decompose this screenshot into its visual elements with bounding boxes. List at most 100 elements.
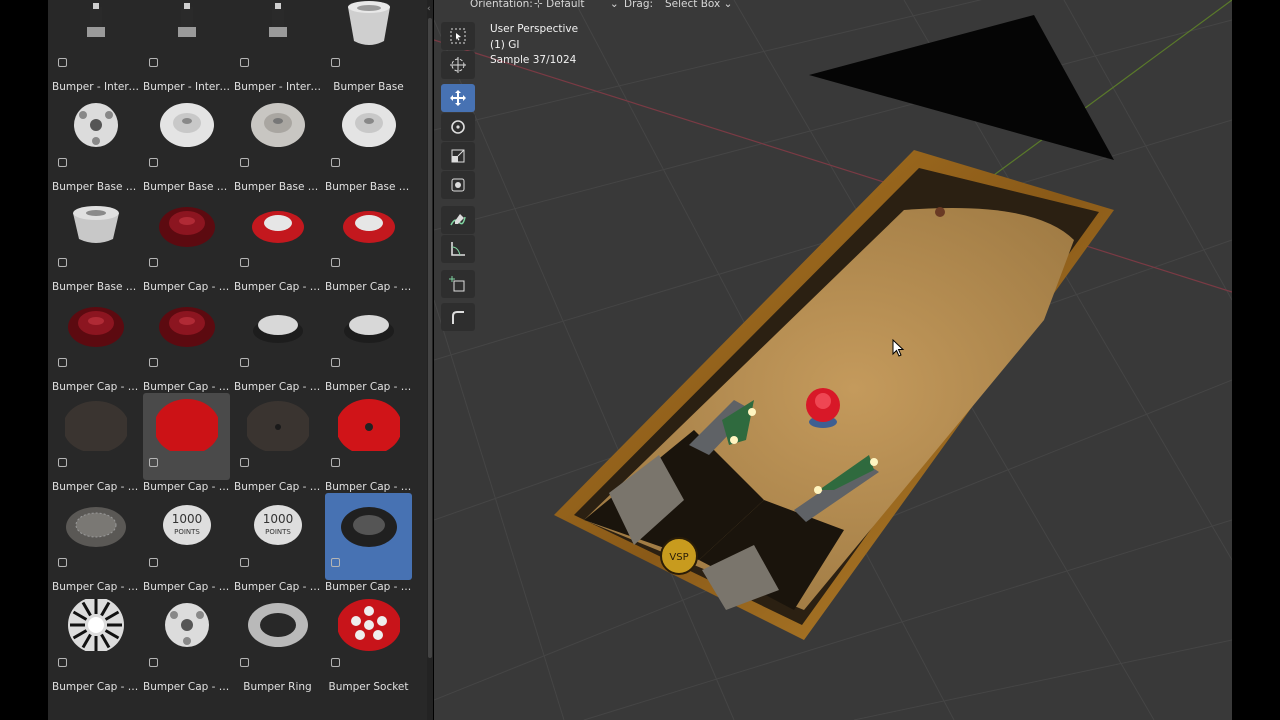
asset-tile[interactable]: Bumper Cap - D...	[325, 193, 412, 293]
asset-checkbox[interactable]	[149, 158, 158, 167]
asset-tile[interactable]: Bumper Cap - Cl...	[143, 193, 230, 293]
asset-label: Bumper Cap - D...	[325, 381, 412, 393]
asset-tile[interactable]: Bumper Cap - Fl...	[325, 393, 412, 493]
measure-icon[interactable]	[441, 235, 475, 263]
asset-checkbox[interactable]	[331, 658, 340, 667]
asset-label: Bumper Base - ...	[52, 281, 139, 293]
asset-tile[interactable]: Bumper Cap - S...	[325, 493, 412, 593]
asset-tile[interactable]: Bumper - Intern...	[143, 0, 230, 93]
asset-checkbox[interactable]	[58, 58, 67, 67]
asset-label: Bumper Cap - D...	[52, 381, 139, 393]
select-box-icon[interactable]	[441, 22, 475, 50]
asset-checkbox[interactable]	[240, 458, 249, 467]
asset-tile[interactable]: Bumper - Intern...	[234, 0, 321, 93]
asset-label: Bumper Cap - Cl...	[143, 281, 230, 293]
asset-label: Bumper Cap - W...	[143, 681, 230, 693]
asset-checkbox[interactable]	[58, 258, 67, 267]
asset-checkbox[interactable]	[331, 158, 340, 167]
asset-checkbox[interactable]	[58, 658, 67, 667]
asset-checkbox[interactable]	[58, 358, 67, 367]
asset-tile[interactable]: Bumper Base - ...	[325, 93, 412, 193]
orientation-label: Orientation:	[470, 0, 533, 10]
asset-tile[interactable]: Bumper Base - ...	[52, 193, 139, 293]
svg-text:POINTS: POINTS	[174, 528, 200, 536]
asset-tile[interactable]: Bumper Cap - D...	[52, 293, 139, 393]
asset-checkbox[interactable]	[240, 58, 249, 67]
asset-thumbnail	[156, 599, 218, 651]
scroll-thumb[interactable]	[428, 18, 432, 658]
asset-checkbox[interactable]	[331, 258, 340, 267]
asset-checkbox[interactable]	[331, 58, 340, 67]
asset-checkbox[interactable]	[58, 458, 67, 467]
asset-scrollbar[interactable]	[427, 0, 433, 720]
asset-tile[interactable]: Bumper Cap - Fl...	[234, 393, 321, 493]
asset-tile[interactable]: Bumper Cap - Fl...	[143, 393, 230, 493]
render-sample: Sample 37/1024	[490, 54, 577, 66]
asset-tile[interactable]: Bumper Ring	[234, 593, 321, 693]
asset-tile[interactable]: 1000 POINTS Bumper Cap - R...	[234, 493, 321, 593]
asset-checkbox[interactable]	[149, 558, 158, 567]
asset-tile[interactable]: Bumper Cap - G...	[52, 493, 139, 593]
asset-thumbnail	[156, 299, 218, 351]
svg-text:POINTS: POINTS	[265, 528, 291, 536]
3d-viewport[interactable]: VSP Orientation: ⊹ Default ⌄ Drag: Selec…	[434, 0, 1232, 720]
asset-tile[interactable]: Bumper Base - ...	[234, 93, 321, 193]
asset-tile[interactable]: Bumper Socket	[325, 593, 412, 693]
asset-checkbox[interactable]	[149, 258, 158, 267]
asset-label: Bumper Cap - R...	[143, 581, 230, 593]
rotate-icon[interactable]	[441, 113, 475, 141]
asset-tile[interactable]: Bumper Cap - W...	[143, 593, 230, 693]
orientation-dropdown[interactable]: ⊹ Default ⌄	[534, 0, 619, 10]
asset-checkbox[interactable]	[58, 158, 67, 167]
view-name: User Perspective	[490, 23, 579, 35]
asset-checkbox[interactable]	[240, 558, 249, 567]
asset-checkbox[interactable]	[240, 158, 249, 167]
asset-tile[interactable]: 1000 POINTS Bumper Cap - R...	[143, 493, 230, 593]
asset-tile[interactable]: Bumper Base - ...	[143, 93, 230, 193]
collection-name: (1) GI	[490, 38, 520, 51]
asset-checkbox[interactable]	[149, 358, 158, 367]
drag-dropdown[interactable]: Select Box ⌄	[665, 0, 732, 10]
annotate-icon[interactable]	[441, 206, 475, 234]
asset-tile[interactable]: Bumper Cap - D...	[234, 293, 321, 393]
chevron-down-icon: ⌄	[609, 0, 619, 10]
asset-tile[interactable]: Bumper Base	[325, 0, 412, 93]
asset-label: Bumper Cap - D...	[143, 381, 230, 393]
asset-thumbnail	[247, 399, 309, 451]
asset-checkbox[interactable]	[58, 558, 67, 567]
asset-checkbox[interactable]	[331, 358, 340, 367]
scale-icon[interactable]	[441, 142, 475, 170]
asset-label: Bumper Cap - Fl...	[52, 481, 139, 493]
add-cube-icon[interactable]	[441, 270, 475, 298]
asset-checkbox[interactable]	[149, 58, 158, 67]
asset-checkbox[interactable]	[240, 658, 249, 667]
asset-tile[interactable]: Bumper - Intern...	[52, 0, 139, 93]
asset-checkbox[interactable]	[331, 458, 340, 467]
asset-label: Bumper - Intern...	[143, 81, 230, 93]
asset-label: Bumper Socket	[328, 681, 409, 693]
asset-checkbox[interactable]	[331, 558, 340, 567]
transform-icon[interactable]	[441, 171, 475, 199]
asset-thumbnail	[247, 99, 309, 151]
asset-checkbox[interactable]	[149, 458, 158, 467]
collapse-arrow-icon[interactable]: ‹	[427, 4, 433, 14]
asset-checkbox[interactable]	[240, 358, 249, 367]
asset-tile[interactable]: Bumper Cap - D...	[234, 193, 321, 293]
extrude-icon[interactable]	[441, 303, 475, 331]
asset-tile[interactable]: Bumper Cap - Sun	[52, 593, 139, 693]
asset-checkbox[interactable]	[149, 658, 158, 667]
move-icon[interactable]	[441, 84, 475, 112]
viewport-header: Orientation: ⊹ Default ⌄ Drag: Select Bo…	[434, 0, 1232, 12]
asset-tile[interactable]: Bumper Base - ...	[52, 93, 139, 193]
drag-label: Drag:	[624, 0, 654, 10]
asset-tile[interactable]: Bumper Cap - Fl...	[52, 393, 139, 493]
cursor-icon[interactable]	[441, 51, 475, 79]
asset-label: Bumper Cap - Fl...	[143, 481, 230, 493]
svg-text:1000: 1000	[172, 512, 203, 526]
asset-checkbox[interactable]	[240, 258, 249, 267]
asset-thumbnail	[247, 599, 309, 651]
asset-label: Bumper Cap - Fl...	[325, 481, 412, 493]
asset-tile[interactable]: Bumper Cap - D...	[143, 293, 230, 393]
asset-thumbnail	[247, 299, 309, 351]
asset-tile[interactable]: Bumper Cap - D...	[325, 293, 412, 393]
